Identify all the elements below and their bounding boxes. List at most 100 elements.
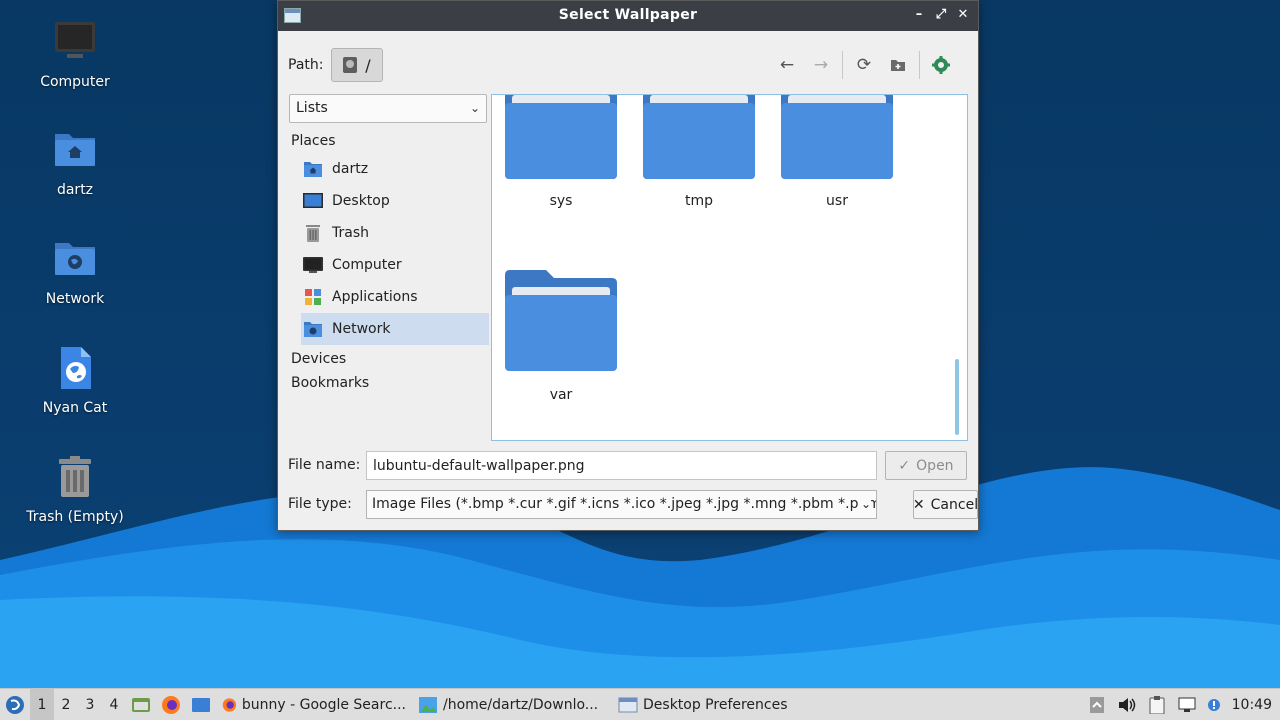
path-root-label: / <box>365 55 371 75</box>
minimize-button[interactable]: – <box>910 5 928 25</box>
clock[interactable]: 10:49 <box>1226 697 1280 713</box>
places-header[interactable]: Places <box>289 129 489 153</box>
sidebar-item-label: Applications <box>332 289 418 305</box>
taskbar: 1 2 3 4 bunny - Google Searc... /home/da… <box>0 688 1280 720</box>
file-type-label: File type: <box>288 496 352 512</box>
clipboard-button[interactable] <box>1142 689 1172 720</box>
close-button[interactable]: ✕ <box>954 5 972 25</box>
arrow-right-icon: → <box>813 55 829 75</box>
task-label: bunny - Google Searc... <box>241 696 406 713</box>
view-mode-value: Lists <box>296 100 328 116</box>
new-folder-icon <box>891 60 905 71</box>
folder-icon <box>505 95 617 179</box>
close-icon: ✕ <box>912 496 925 513</box>
quicklaunch-show-desktop[interactable] <box>186 689 216 720</box>
chevron-down-icon: ⌄ <box>857 491 871 518</box>
sidebar-item-desktop[interactable]: Desktop <box>289 185 489 217</box>
gear-icon <box>932 56 950 74</box>
sidebar-item-label: Computer <box>332 257 402 273</box>
toolbar-divider <box>842 51 843 79</box>
desktop-icon-label: dartz <box>56 182 94 198</box>
desktop-icon <box>192 697 210 712</box>
file-name-input[interactable] <box>366 451 877 480</box>
places-sidebar: Places dartz Desktop Trash Computer Appl… <box>289 129 489 395</box>
maximize-button[interactable]: ⤢ <box>932 5 950 25</box>
check-icon: ✓ <box>898 457 911 474</box>
desktop-icon-label: Computer <box>40 74 110 90</box>
reload-button[interactable]: ⟳ <box>847 48 881 82</box>
folder-name: usr <box>826 193 848 209</box>
network-status-button[interactable] <box>1172 689 1202 720</box>
toolbar-divider <box>919 51 920 79</box>
arrow-left-icon: ← <box>779 55 795 75</box>
task-firefox[interactable]: bunny - Google Searc... <box>216 689 412 720</box>
desktop-icon-label: Trash (Empty) <box>26 509 124 525</box>
cancel-button[interactable]: ✕ Cancel <box>913 490 978 519</box>
task-label: Desktop Preferences <box>643 696 788 713</box>
desktop-icon-dartz[interactable]: dartz <box>0 128 150 198</box>
lubuntu-logo-icon <box>6 695 24 714</box>
computer-icon <box>303 257 323 273</box>
drive-icon <box>343 57 358 73</box>
desktop-icon <box>303 193 323 208</box>
task-desktop-preferences[interactable]: Desktop Preferences <box>612 689 812 720</box>
start-menu-button[interactable] <box>0 689 30 720</box>
file-type-select[interactable]: Image Files (*.bmp *.cur *.gif *.icns *.… <box>366 490 877 519</box>
workspace-4[interactable]: 4 <box>102 689 126 720</box>
window-icon <box>618 697 638 712</box>
clipboard-icon <box>1149 696 1165 714</box>
task-image-viewer[interactable]: /home/dartz/Downlo... <box>412 689 612 720</box>
sidebar-item-trash[interactable]: Trash <box>289 217 489 249</box>
titlebar[interactable]: Select Wallpaper – ⤢ ✕ <box>278 1 978 31</box>
folder-item[interactable]: sys <box>496 95 626 209</box>
path-row: Path: / ← → ⟳ <box>288 48 968 82</box>
devices-header[interactable]: Devices <box>289 347 489 371</box>
desktop-icon-trash[interactable]: Trash (Empty) <box>0 455 150 525</box>
open-button[interactable]: ✓ Open <box>885 451 967 480</box>
refresh-icon: ⟳ <box>856 55 872 75</box>
speaker-icon <box>1118 698 1135 712</box>
sidebar-item-dartz[interactable]: dartz <box>289 153 489 185</box>
forward-button[interactable]: → <box>804 48 838 82</box>
desktop-icon-nyan-cat[interactable]: Nyan Cat <box>0 346 150 416</box>
image-viewer-icon <box>419 696 437 713</box>
desktop-icon-network[interactable]: Network <box>0 237 150 307</box>
folder-icon <box>643 95 755 179</box>
path-label: Path: <box>288 57 324 73</box>
back-button[interactable]: ← <box>770 48 804 82</box>
quicklaunch-firefox[interactable] <box>156 689 186 720</box>
trash-icon <box>59 456 91 497</box>
chevron-up-icon <box>1089 697 1104 713</box>
file-name-label: File name: <box>288 457 361 473</box>
path-root-button[interactable]: / <box>331 48 383 82</box>
folder-item[interactable]: var <box>496 269 626 403</box>
sidebar-item-network[interactable]: Network <box>301 313 489 345</box>
folder-item[interactable]: tmp <box>634 95 764 209</box>
firefox-icon <box>162 695 180 714</box>
workspace-3[interactable]: 3 <box>78 689 102 720</box>
select-wallpaper-dialog: Select Wallpaper – ⤢ ✕ Path: / ← → ⟳ Lis… <box>277 0 979 531</box>
workspace-2[interactable]: 2 <box>54 689 78 720</box>
nav-toolbar: ← → ⟳ <box>770 48 958 82</box>
workspace-1[interactable]: 1 <box>30 688 54 720</box>
chevron-down-icon: ⌄ <box>469 101 480 115</box>
sidebar-item-computer[interactable]: Computer <box>289 249 489 281</box>
sidebar-item-label: Trash <box>332 225 369 241</box>
file-manager-icon <box>132 697 150 712</box>
new-folder-button[interactable] <box>881 48 915 82</box>
folder-item[interactable]: usr <box>772 95 902 209</box>
sidebar-item-label: dartz <box>332 161 369 177</box>
tray-expand-button[interactable] <box>1082 689 1112 720</box>
notification-button[interactable] <box>1202 689 1226 720</box>
volume-button[interactable] <box>1112 689 1142 720</box>
quicklaunch-file-manager[interactable] <box>126 689 156 720</box>
desktop-icon-computer[interactable]: Computer <box>0 20 150 90</box>
open-label: Open <box>916 457 954 474</box>
file-view[interactable]: sys tmp usr var <box>491 94 968 441</box>
scrollbar-thumb[interactable] <box>955 359 959 435</box>
sidebar-item-applications[interactable]: Applications <box>289 281 489 313</box>
view-mode-select[interactable]: Lists ⌄ <box>289 94 487 123</box>
bookmarks-header[interactable]: Bookmarks <box>289 371 489 395</box>
settings-button[interactable] <box>924 48 958 82</box>
folder-name: var <box>549 387 573 403</box>
